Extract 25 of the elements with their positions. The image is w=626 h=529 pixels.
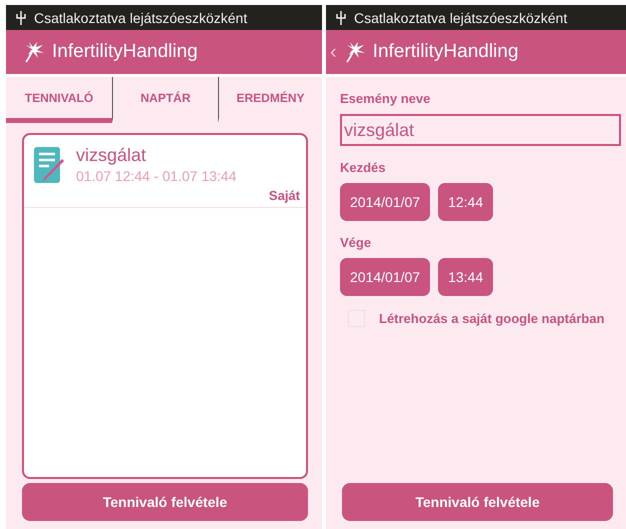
field-label: Vége: [340, 235, 372, 250]
usb-icon: [16, 10, 26, 26]
date-button[interactable]: 2014/01/07: [340, 258, 430, 296]
back-icon[interactable]: ‹: [330, 40, 337, 64]
todo-item[interactable]: vizsgálat 01.07 12:44 - 01.07 13:44 Saját: [24, 135, 306, 208]
status-text: Csatlakoztatva lejátszóeszközként: [354, 10, 568, 26]
field-label: Esemény neve: [340, 91, 432, 106]
tab[interactable]: NAPTÁR: [112, 77, 218, 123]
add-todo-button[interactable]: Tennivaló felvétele: [22, 483, 308, 521]
app-title: InfertilityHandling: [52, 41, 198, 63]
add-todo-button[interactable]: Tennivaló felvétele: [342, 483, 613, 521]
todo-title: vizsgálat: [76, 145, 148, 166]
checkbox-label: Létrehozás a saját google naptárban: [379, 311, 604, 326]
status-text: Csatlakoztatva lejátszóeszközként: [34, 10, 248, 26]
usb-icon: [336, 10, 346, 26]
time-button[interactable]: 12:44: [438, 183, 494, 221]
tab[interactable]: EREDMÉNY: [218, 77, 322, 123]
event-name-field[interactable]: vizsgálat: [340, 114, 621, 146]
todo-time: 01.07 12:44 - 01.07 13:44: [76, 168, 236, 184]
time-button[interactable]: 13:44: [438, 258, 494, 296]
todo-tag: Saját: [268, 188, 300, 203]
field-label: Kezdés: [340, 160, 387, 175]
app-title: InfertilityHandling: [372, 41, 518, 63]
date-button[interactable]: 2014/01/07: [340, 183, 430, 221]
tab[interactable]: TENNIVALÓ: [6, 77, 112, 123]
